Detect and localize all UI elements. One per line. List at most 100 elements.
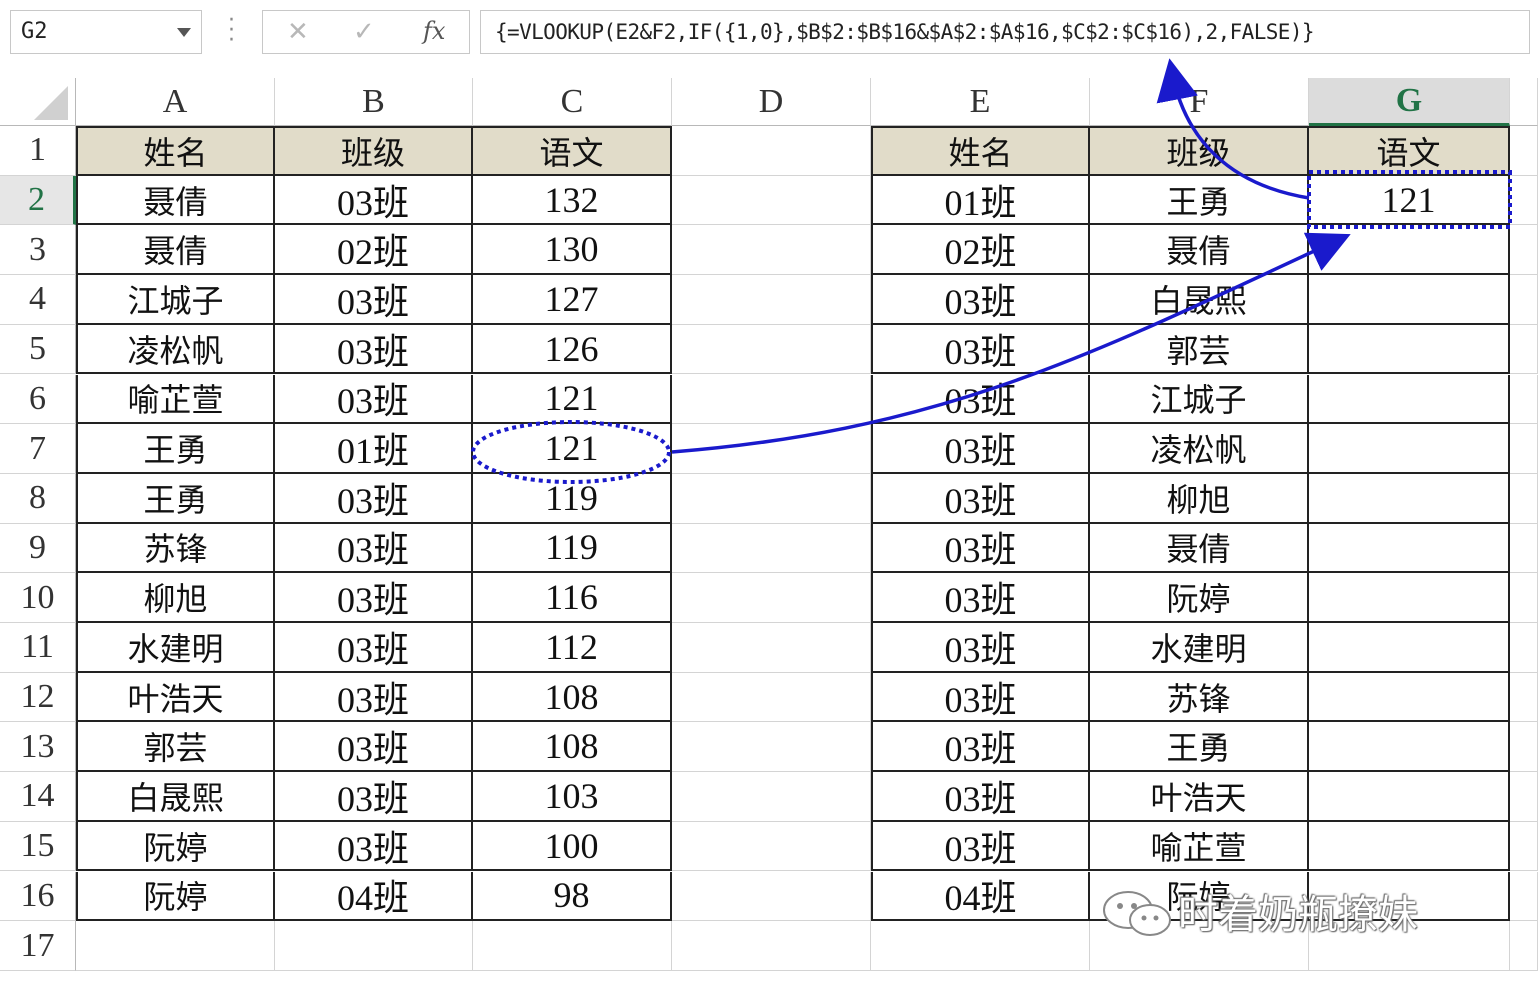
cell-partial-5[interactable]	[1510, 324, 1538, 375]
cell-c10[interactable]: 116	[473, 573, 672, 623]
chevron-down-icon[interactable]	[177, 28, 191, 37]
cell-b11[interactable]: 03班	[275, 623, 473, 673]
row-header-2[interactable]: 2	[0, 175, 76, 226]
cell-g8[interactable]	[1309, 473, 1510, 524]
cell-b14[interactable]: 03班	[275, 772, 473, 822]
row-header-13[interactable]: 13	[0, 722, 76, 773]
cell-e3[interactable]: 02班	[871, 225, 1090, 276]
cell-g10[interactable]	[1309, 573, 1510, 623]
cell-a14[interactable]: 白晟熙	[76, 772, 275, 822]
column-header-d[interactable]: D	[672, 78, 871, 126]
column-header-e[interactable]: E	[871, 78, 1090, 126]
cell-e8[interactable]: 03班	[871, 473, 1090, 524]
cell-c3[interactable]: 130	[473, 225, 672, 276]
cell-b4[interactable]: 03班	[275, 275, 473, 325]
cell-partial-12[interactable]	[1510, 672, 1538, 723]
cell-b17[interactable]	[275, 921, 473, 971]
cell-c4[interactable]: 127	[473, 275, 672, 325]
cell-d13[interactable]	[672, 722, 871, 773]
cell-g12[interactable]	[1309, 672, 1510, 723]
row-header-1[interactable]: 1	[0, 126, 76, 176]
cell-e2[interactable]: 01班	[871, 175, 1090, 226]
cell-g11[interactable]	[1309, 623, 1510, 673]
cell-partial-7[interactable]	[1510, 424, 1538, 474]
row-header-14[interactable]: 14	[0, 772, 76, 822]
row-header-4[interactable]: 4	[0, 275, 76, 325]
cell-b10[interactable]: 03班	[275, 573, 473, 623]
cell-b8[interactable]: 03班	[275, 473, 473, 524]
column-header-g[interactable]: G	[1309, 78, 1510, 126]
cell-f12[interactable]: 苏锋	[1090, 672, 1309, 723]
cancel-icon[interactable]: ✕	[287, 17, 309, 47]
cell-c5[interactable]: 126	[473, 324, 672, 375]
cell-d9[interactable]	[672, 523, 871, 574]
row-header-8[interactable]: 8	[0, 473, 76, 524]
cell-e4[interactable]: 03班	[871, 275, 1090, 325]
insert-function-icon[interactable]: fx	[423, 17, 445, 45]
cell-b7[interactable]: 01班	[275, 424, 473, 474]
cell-d11[interactable]	[672, 623, 871, 673]
cell-g7[interactable]	[1309, 424, 1510, 474]
cell-a2[interactable]: 聂倩	[76, 175, 275, 226]
cell-d5[interactable]	[672, 324, 871, 375]
cell-a7[interactable]: 王勇	[76, 424, 275, 474]
cell-e9[interactable]: 03班	[871, 523, 1090, 574]
row-header-15[interactable]: 15	[0, 821, 76, 872]
cell-d12[interactable]	[672, 672, 871, 723]
cell-e12[interactable]: 03班	[871, 672, 1090, 723]
column-header-b[interactable]: B	[275, 78, 473, 126]
name-box[interactable]: G2	[10, 10, 202, 54]
cell-d8[interactable]	[672, 473, 871, 524]
cell-b15[interactable]: 03班	[275, 821, 473, 872]
cell-partial-6[interactable]	[1510, 374, 1538, 425]
cell-c17[interactable]	[473, 921, 672, 971]
cell-b12[interactable]: 03班	[275, 672, 473, 723]
cell-d7[interactable]	[672, 424, 871, 474]
cell-b1[interactable]: 班级	[275, 126, 473, 176]
cell-b3[interactable]: 02班	[275, 225, 473, 276]
cell-c13[interactable]: 108	[473, 722, 672, 773]
cell-f7[interactable]: 凌松帆	[1090, 424, 1309, 474]
cell-f11[interactable]: 水建明	[1090, 623, 1309, 673]
cell-g9[interactable]	[1309, 523, 1510, 574]
cell-g15[interactable]	[1309, 821, 1510, 872]
row-header-12[interactable]: 12	[0, 672, 76, 723]
cell-g1[interactable]: 语文	[1309, 126, 1510, 176]
cell-e7[interactable]: 03班	[871, 424, 1090, 474]
cell-d15[interactable]	[672, 821, 871, 872]
cell-c14[interactable]: 103	[473, 772, 672, 822]
cell-f13[interactable]: 王勇	[1090, 722, 1309, 773]
cell-e1[interactable]: 姓名	[871, 126, 1090, 176]
cell-a8[interactable]: 王勇	[76, 473, 275, 524]
cell-e17[interactable]	[871, 921, 1090, 971]
cell-d17[interactable]	[672, 921, 871, 971]
cell-a3[interactable]: 聂倩	[76, 225, 275, 276]
cell-f8[interactable]: 柳旭	[1090, 473, 1309, 524]
cell-f5[interactable]: 郭芸	[1090, 324, 1309, 375]
cell-f9[interactable]: 聂倩	[1090, 523, 1309, 574]
more-options-icon[interactable]: · · ·	[228, 10, 235, 52]
cell-f4[interactable]: 白晟熙	[1090, 275, 1309, 325]
cell-c9[interactable]: 119	[473, 523, 672, 574]
cell-f3[interactable]: 聂倩	[1090, 225, 1309, 276]
cell-a9[interactable]: 苏锋	[76, 523, 275, 574]
row-header-16[interactable]: 16	[0, 871, 76, 922]
cell-c2[interactable]: 132	[473, 175, 672, 226]
cell-g5[interactable]	[1309, 324, 1510, 375]
cell-partial-10[interactable]	[1510, 573, 1538, 623]
cell-c8[interactable]: 119	[473, 473, 672, 524]
cell-partial-1[interactable]	[1510, 126, 1538, 176]
row-header-17[interactable]: 17	[0, 921, 76, 971]
cell-d6[interactable]	[672, 374, 871, 425]
cell-g3[interactable]	[1309, 225, 1510, 276]
column-header-c[interactable]: C	[473, 78, 672, 126]
cell-b13[interactable]: 03班	[275, 722, 473, 773]
column-header-partial[interactable]	[1510, 78, 1538, 126]
column-header-f[interactable]: F	[1090, 78, 1309, 126]
row-header-11[interactable]: 11	[0, 623, 76, 673]
cell-partial-15[interactable]	[1510, 821, 1538, 872]
cell-a11[interactable]: 水建明	[76, 623, 275, 673]
cell-a6[interactable]: 喻芷萱	[76, 374, 275, 425]
row-header-3[interactable]: 3	[0, 225, 76, 276]
cell-a17[interactable]	[76, 921, 275, 971]
